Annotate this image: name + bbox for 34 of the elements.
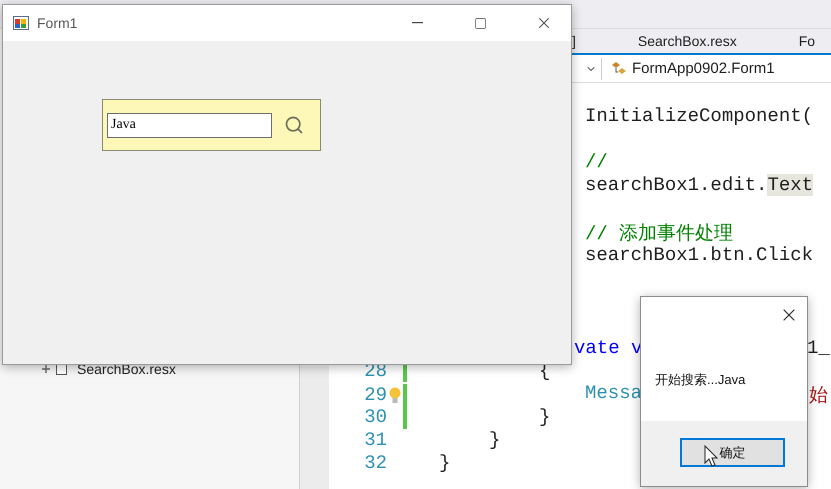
splitter[interactable] xyxy=(300,366,329,489)
document-tab[interactable]: SearchBox.resx xyxy=(638,29,737,53)
ok-button[interactable]: 确定 xyxy=(680,438,785,467)
search-icon xyxy=(284,115,304,135)
line-number: 30 xyxy=(363,406,388,428)
line-number: 32 xyxy=(363,452,388,474)
type-dropdown[interactable]: FormApp0902.Form1 xyxy=(602,58,831,80)
code-text: 始 xyxy=(809,384,828,408)
line-number: 31 xyxy=(363,429,388,452)
window-title: Form1 xyxy=(37,15,78,31)
code-text: 1_ xyxy=(807,336,830,358)
document-tab[interactable]: Fo xyxy=(798,29,816,53)
line-number: 29 xyxy=(363,384,388,406)
code-text: searchBox1.edit. xyxy=(585,174,768,196)
maximize-icon xyxy=(474,16,487,30)
expand-icon[interactable] xyxy=(42,365,50,373)
form-icon xyxy=(13,15,29,31)
code-text: searchBox1.btn.Click xyxy=(585,244,814,266)
code-text: } xyxy=(539,406,550,428)
class-icon xyxy=(610,60,628,76)
document-tab[interactable]: ] xyxy=(572,29,576,53)
code-text: } xyxy=(489,429,500,452)
code-text: } xyxy=(439,452,450,474)
code-text: InitializeComponent( xyxy=(585,104,814,127)
message-text: 开始搜索...Java xyxy=(654,371,746,389)
code-comment: // xyxy=(585,150,608,173)
code-text: Messa xyxy=(585,382,642,406)
tree-item[interactable]: SearchBox.resx xyxy=(77,361,176,377)
pointer-icon xyxy=(704,445,718,467)
search-field[interactable]: Java xyxy=(107,112,272,138)
code-text: Text xyxy=(767,174,814,196)
lightbulb-icon[interactable] xyxy=(389,386,401,404)
code-comment: // 添加事件处理 xyxy=(585,222,734,246)
minimize-icon xyxy=(412,22,423,24)
